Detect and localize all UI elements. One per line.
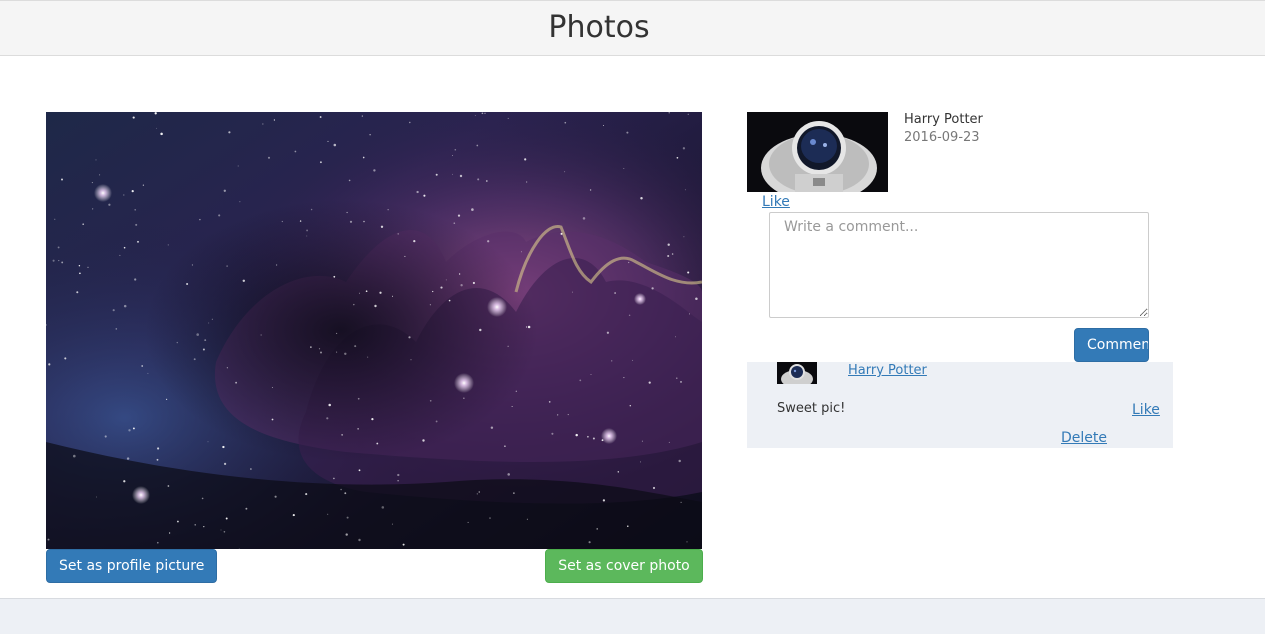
commenter-name-link[interactable]: Harry Potter <box>848 363 927 378</box>
owner-avatar[interactable] <box>747 112 888 192</box>
top-bar: Photos <box>0 0 1265 56</box>
page-title: Photos <box>548 10 650 45</box>
set-profile-picture-button[interactable]: Set as profile picture <box>46 549 217 583</box>
like-link[interactable]: Like <box>762 194 790 210</box>
owner-name: Harry Potter <box>904 112 983 127</box>
astronaut-image <box>747 112 888 192</box>
comment-item: Harry Potter Sweet pic! Like Delete <box>747 362 1173 448</box>
commenter-avatar[interactable] <box>777 362 817 384</box>
comment-delete-link[interactable]: Delete <box>1061 430 1107 446</box>
footer <box>0 598 1265 634</box>
comment-button[interactable]: Comment <box>1074 328 1149 362</box>
main-photo <box>46 112 702 549</box>
comment-text: Sweet pic! <box>777 401 846 416</box>
set-cover-photo-button[interactable]: Set as cover photo <box>545 549 703 583</box>
nebula-image <box>46 112 702 549</box>
post-date: 2016-09-23 <box>904 130 980 145</box>
comment-input[interactable] <box>769 212 1149 318</box>
astronaut-image <box>777 362 817 384</box>
comment-like-link[interactable]: Like <box>1132 402 1160 418</box>
